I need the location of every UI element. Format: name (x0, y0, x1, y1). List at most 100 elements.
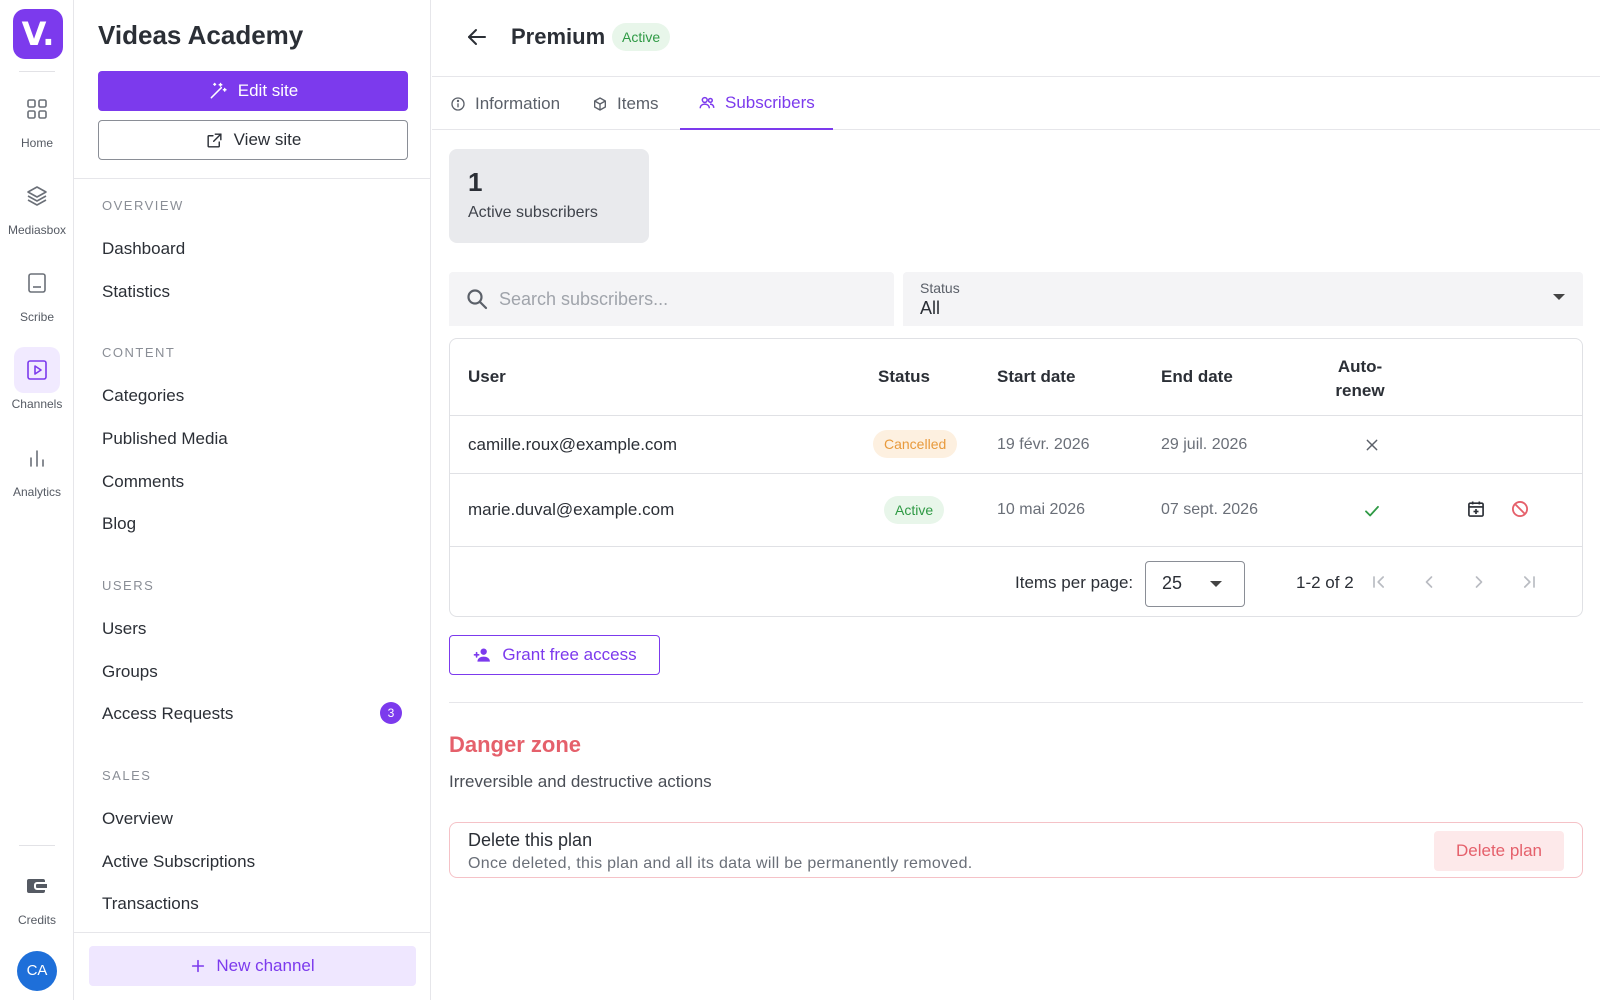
delete-plan-description: Once deleted, this plan and all its data… (468, 855, 973, 872)
subscriber-email: marie.duval@example.com (468, 500, 675, 519)
danger-zone-title: Danger zone (449, 732, 582, 757)
tab-subscribers-label: Subscribers (725, 92, 815, 112)
search-input[interactable] (499, 288, 879, 310)
first-page-icon (1369, 572, 1389, 592)
rail-label-channels: Channels (11, 397, 63, 411)
table-pagination: Items per page: 25 1-2 of 2 (450, 547, 1582, 616)
block-icon (1510, 499, 1530, 519)
grant-free-access-button[interactable]: Grant free access (449, 635, 660, 675)
tab-items-label: Items (617, 93, 659, 113)
first-page-button[interactable] (1366, 569, 1392, 595)
new-channel-button[interactable]: New channel (89, 946, 416, 986)
previous-page-button[interactable] (1416, 569, 1442, 595)
extend-subscription-button[interactable] (1463, 496, 1489, 522)
active-subscribers-label: Active subscribers (468, 204, 598, 221)
rail-item-home[interactable]: Home (0, 86, 74, 150)
end-date: 29 juil. 2026 (1161, 436, 1248, 453)
external-link-icon (205, 131, 224, 150)
subscription-status-badge: Cancelled (873, 430, 958, 458)
sidebar-item-published-media[interactable]: Published Media (102, 429, 402, 449)
calendar-plus-icon (1466, 499, 1486, 519)
tab-information[interactable]: Information (432, 77, 578, 130)
rail-item-mediasbox[interactable]: Mediasbox (0, 173, 74, 237)
rail-item-credits[interactable]: Credits (0, 863, 74, 927)
grant-free-access-label: Grant free access (502, 645, 637, 664)
rail-item-analytics[interactable]: Analytics (0, 435, 74, 499)
play-square-icon (14, 347, 60, 393)
search-field[interactable] (449, 272, 894, 326)
sidebar-item-active-subscriptions[interactable]: Active Subscriptions (102, 852, 402, 872)
pagination-range: 1-2 of 2 (1296, 573, 1354, 592)
sidebar-item-comments[interactable]: Comments (102, 472, 402, 492)
column-header-start-date[interactable]: Start date (997, 367, 1075, 387)
sidebar-item-users[interactable]: Users (102, 619, 402, 639)
items-per-page-select[interactable]: 25 (1145, 561, 1245, 607)
section-label-users: USERS (102, 578, 155, 593)
check-icon (1359, 498, 1385, 524)
rail-divider-bottom (19, 845, 55, 846)
sidebar-item-access-requests[interactable]: Access Requests 3 (102, 702, 402, 724)
sidebar-item-sales-overview[interactable]: Overview (102, 809, 402, 829)
rail-item-channels[interactable]: Channels (0, 347, 74, 411)
rail-item-scribe[interactable]: Scribe (0, 260, 74, 324)
sidebar-item-dashboard[interactable]: Dashboard (102, 239, 402, 259)
grid-icon (14, 86, 60, 132)
column-header-auto-renew[interactable]: Auto- renew (1320, 355, 1400, 403)
section-label-sales: SALES (102, 768, 152, 783)
table-row[interactable]: camille.roux@example.com Cancelled 19 fé… (450, 416, 1582, 474)
view-site-button[interactable]: View site (98, 120, 408, 160)
sidebar-item-blog[interactable]: Blog (102, 514, 402, 534)
active-subscribers-count: 1 (468, 167, 483, 197)
items-per-page-label: Items per page: (1015, 573, 1134, 592)
last-page-button[interactable] (1516, 569, 1542, 595)
avatar[interactable]: CA (17, 951, 57, 991)
dropdown-arrow-icon (1553, 294, 1565, 300)
sidebar-divider-bottom (74, 932, 431, 933)
tab-subscribers[interactable]: Subscribers (680, 77, 833, 130)
app-logo[interactable]: V. (13, 9, 63, 59)
sidebar-item-categories[interactable]: Categories (102, 386, 402, 406)
sidebar-item-label: Access Requests (102, 704, 234, 723)
subscription-status-badge: Active (884, 496, 945, 524)
cube-icon (592, 96, 608, 112)
edit-site-button[interactable]: Edit site (98, 71, 408, 111)
subscriber-email: camille.roux@example.com (468, 435, 678, 454)
sidebar-item-groups[interactable]: Groups (102, 662, 402, 682)
chevron-left-icon (1419, 572, 1439, 592)
rail-label-home: Home (20, 136, 53, 150)
new-channel-label: New channel (216, 956, 315, 975)
page-title: Premium (511, 24, 606, 49)
sidebar-item-statistics[interactable]: Statistics (102, 282, 402, 302)
active-subscribers-card: 1 Active subscribers (449, 149, 649, 243)
start-date: 19 févr. 2026 (997, 436, 1090, 453)
tab-information-label: Information (475, 93, 561, 113)
column-header-end-date[interactable]: End date (1161, 367, 1233, 387)
status-filter-select[interactable]: Status All (903, 272, 1583, 326)
wallet-icon (14, 863, 60, 909)
search-icon (465, 287, 489, 311)
column-header-auto-renew-line1: Auto- (1337, 357, 1383, 376)
person-add-icon (472, 645, 492, 665)
info-icon (450, 96, 466, 112)
layers-icon (14, 173, 60, 219)
app-rail: V. Home Mediasbox Scribe Channels Analyt… (0, 0, 74, 1000)
plan-status-badge: Active (612, 23, 671, 51)
column-header-auto-renew-line2: renew (1335, 381, 1385, 400)
table-row[interactable]: marie.duval@example.com Active 10 mai 20… (450, 474, 1582, 547)
rail-label-analytics: Analytics (12, 485, 62, 499)
sidebar-item-transactions[interactable]: Transactions (102, 894, 402, 914)
main-content: Premium Active Information Items Subscri… (432, 0, 1600, 1000)
magic-wand-icon (208, 81, 228, 101)
revoke-subscription-button[interactable] (1507, 496, 1533, 522)
next-page-button[interactable] (1466, 569, 1492, 595)
tab-bar: Information Items Subscribers (432, 77, 1600, 130)
status-filter-label: Status (920, 280, 960, 296)
delete-plan-button[interactable]: Delete plan (1434, 831, 1564, 871)
status-filter-value: All (920, 298, 941, 318)
column-header-status[interactable]: Status (878, 367, 930, 387)
column-header-user[interactable]: User (468, 367, 506, 387)
back-button[interactable] (462, 22, 492, 52)
delete-plan-title: Delete this plan (468, 830, 593, 850)
tab-items[interactable]: Items (574, 77, 677, 130)
edit-site-label: Edit site (237, 81, 299, 100)
